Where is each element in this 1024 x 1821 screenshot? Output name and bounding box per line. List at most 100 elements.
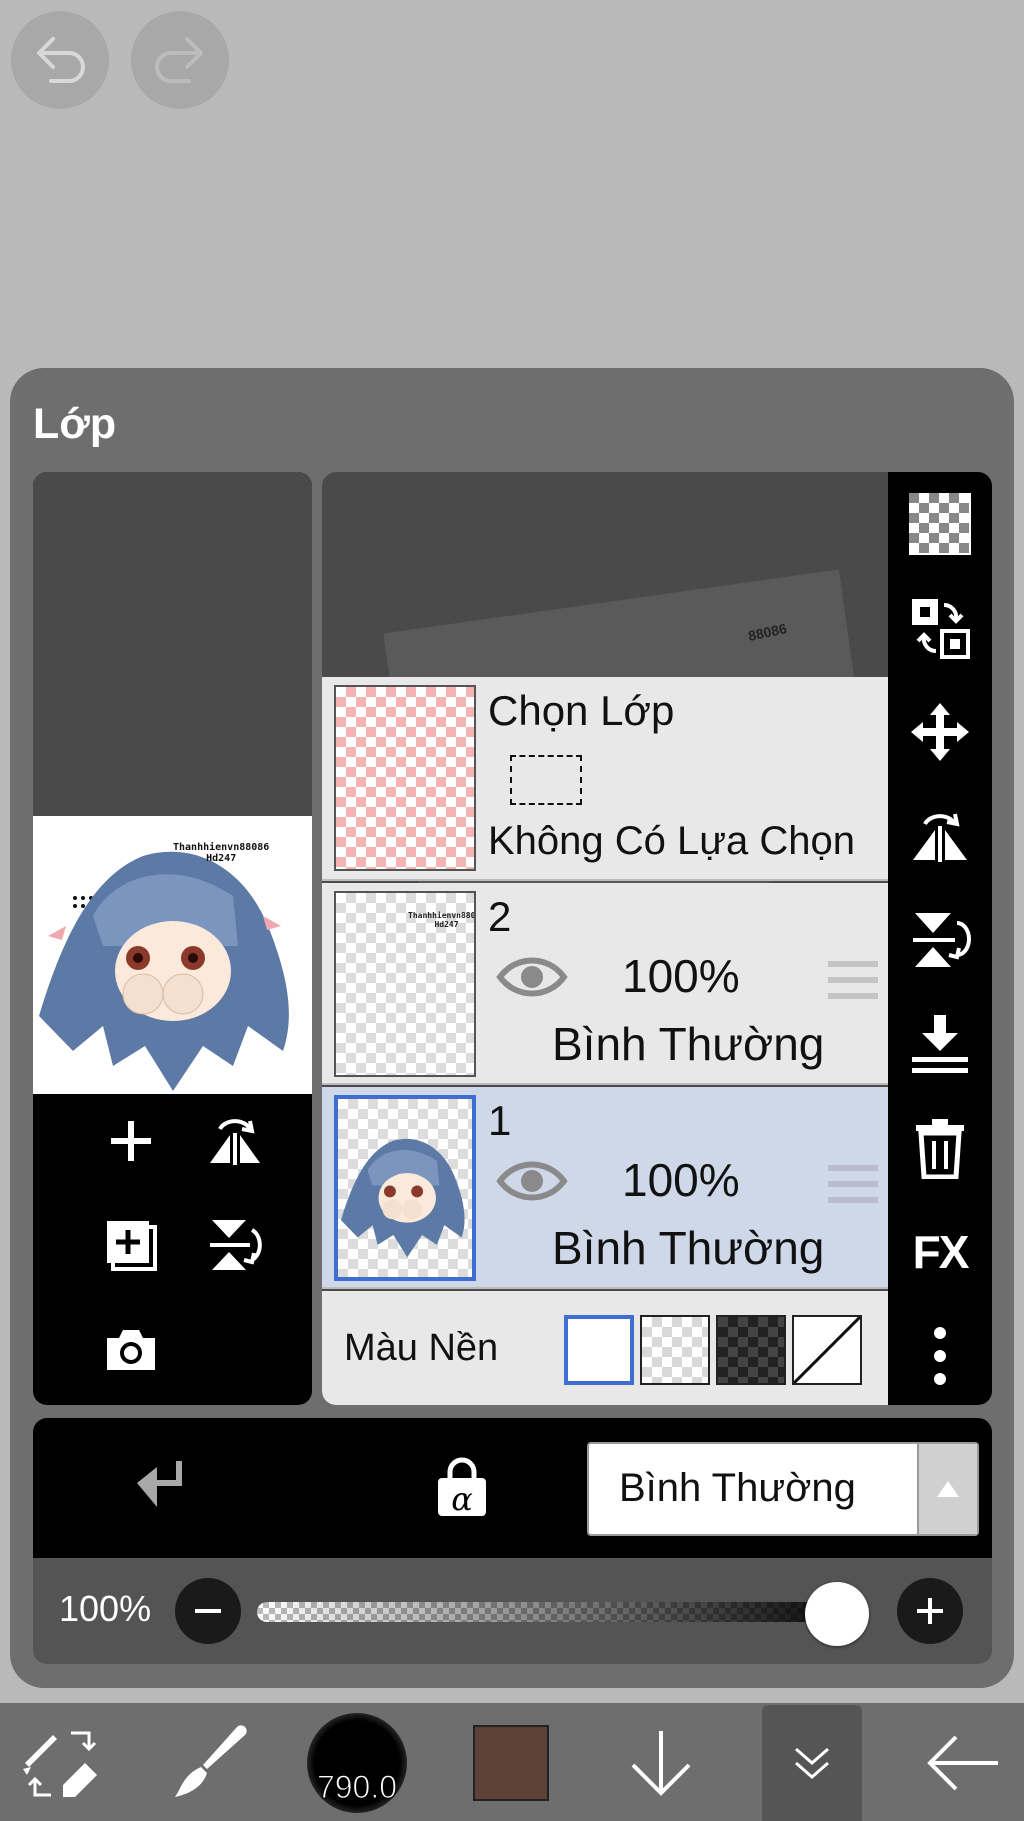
transparency-icon (909, 493, 971, 555)
visibility-toggle[interactable] (496, 1157, 568, 1210)
drag-handle[interactable] (828, 959, 878, 1006)
visibility-toggle[interactable] (496, 953, 568, 1006)
add-layer-button[interactable] (91, 1101, 171, 1181)
redo-button[interactable] (131, 11, 229, 109)
brush-size-preview: 790.0 (307, 1713, 407, 1813)
bg-dark-checker-swatch[interactable] (716, 1315, 786, 1385)
opacity-value: 100% (59, 1588, 152, 1629)
layer-panel: Lớp Thanhhienvn88086 Hd247 88086 Chọn Lớ… (10, 368, 1014, 1688)
flip-vertical-icon (210, 1220, 262, 1270)
fx-button[interactable]: FX (900, 1212, 980, 1292)
triangle-up-icon (937, 1481, 959, 1497)
panel-title: Lớp (33, 400, 117, 448)
arrow-left-icon (927, 1735, 998, 1791)
swap-layers-button[interactable] (900, 588, 980, 668)
duplicate-icon (107, 1221, 157, 1271)
flip-horizontal-button[interactable] (900, 796, 980, 876)
collapse-panel-button[interactable] (762, 1705, 862, 1821)
selection-layer-title: Chọn Lớp (488, 687, 675, 734)
brush-eraser-toggle[interactable] (6, 1711, 116, 1815)
merge-down-button[interactable] (900, 1004, 980, 1084)
selection-thumbnail (334, 685, 476, 871)
transparency-button[interactable] (900, 484, 980, 564)
selection-status: Không Có Lựa Chọn (488, 819, 856, 863)
layer-row[interactable]: Thanhhienvn88086 Hd247 2 100% Bình Thườn… (322, 883, 898, 1085)
plus-icon (917, 1598, 943, 1624)
camera-icon (107, 1330, 155, 1370)
fx-label: FX (912, 1226, 970, 1278)
preview-watermark: Thanhhienvn88086 Hd247 (173, 842, 270, 864)
flip-horizontal-icon (210, 1119, 260, 1165)
layer-tools-bar: FX (888, 472, 992, 1405)
eye-icon (496, 1161, 568, 1201)
bg-white-swatch[interactable] (564, 1315, 634, 1385)
opacity-slider-thumb[interactable] (805, 1582, 869, 1646)
brush-tool-button[interactable] (154, 1711, 264, 1815)
character-thumbnail (340, 1138, 465, 1258)
move-button[interactable] (900, 692, 980, 772)
eye-icon (496, 957, 568, 997)
opacity-decrease-button[interactable] (175, 1578, 241, 1644)
layer-opacity: 100% (622, 950, 740, 1002)
more-options-button[interactable] (900, 1316, 980, 1396)
layer-blend-mode: Bình Thường (552, 1222, 825, 1274)
layer-list: 88086 Chọn Lớp Không Có Lựa Chọn Thanhhi… (322, 472, 898, 1405)
current-color-swatch (473, 1725, 549, 1801)
canvas-preview[interactable]: Thanhhienvn88086 Hd247 (33, 816, 312, 1094)
bottom-toolbar: 790.0 (0, 1703, 1024, 1821)
svg-text:α: α (451, 1480, 473, 1518)
layer-name: 1 (488, 1097, 512, 1144)
brush-size-button[interactable]: 790.0 (302, 1711, 412, 1815)
opacity-slider-track[interactable] (257, 1602, 867, 1622)
layer-properties-bar: α Bình Thường (33, 1418, 992, 1558)
flip-vertical-button[interactable] (900, 900, 980, 980)
alpha-lock-icon: α (438, 1457, 486, 1518)
color-button[interactable] (456, 1711, 566, 1815)
brush-size-value: 790.0 (316, 1769, 398, 1806)
bg-light-checker-swatch[interactable] (640, 1315, 710, 1385)
canvas-preview-column: Thanhhienvn88086 Hd247 (33, 472, 312, 1405)
layer-row[interactable]: 1 100% Bình Thường (322, 1087, 898, 1289)
merge-down-icon (912, 1015, 968, 1073)
drag-handle[interactable] (828, 1163, 878, 1210)
reorder-icon (828, 961, 878, 999)
layer-thumbnail-watermark: Thanhhienvn88086 Hd247 (408, 911, 476, 929)
arrow-down-icon (631, 1731, 691, 1796)
move-icon (911, 703, 969, 761)
clip-icon (137, 1461, 182, 1507)
redo-icon (155, 37, 203, 83)
undo-button[interactable] (11, 11, 109, 109)
background-color-label: Màu Nền (344, 1327, 499, 1369)
brush-eraser-swap-icon (23, 1731, 97, 1797)
layer-thumbnail (334, 1095, 476, 1281)
flip-horizontal-icon (913, 813, 967, 862)
blend-mode-select[interactable]: Bình Thường (587, 1442, 979, 1536)
import-photo-button[interactable] (91, 1309, 171, 1389)
alpha-lock-button[interactable]: α (417, 1442, 507, 1532)
flip-horizontal-button[interactable] (195, 1101, 275, 1181)
flip-vertical-icon (913, 913, 971, 967)
back-button[interactable] (908, 1711, 1018, 1815)
double-chevron-down-icon (795, 1747, 829, 1779)
swap-layers-icon (912, 599, 970, 659)
flip-vertical-button[interactable] (195, 1205, 275, 1285)
brush-icon (175, 1725, 247, 1797)
minus-icon (195, 1609, 221, 1613)
background-color-row: Màu Nền (322, 1291, 898, 1405)
bg-none-swatch[interactable] (792, 1315, 862, 1385)
background-watermark: 88086 (746, 620, 789, 644)
layer-blend-mode: Bình Thường (552, 1018, 825, 1070)
layer-opacity-bar: 100% (33, 1558, 992, 1664)
opacity-increase-button[interactable] (897, 1578, 963, 1644)
layer-down-button[interactable] (606, 1711, 716, 1815)
more-icon (934, 1327, 946, 1385)
clipping-button[interactable] (113, 1442, 203, 1532)
duplicate-layer-button[interactable] (91, 1205, 171, 1285)
plus-icon (111, 1121, 151, 1161)
selection-layer-row[interactable]: Chọn Lớp Không Có Lựa Chọn (322, 677, 898, 881)
layer-opacity: 100% (622, 1154, 740, 1206)
blend-mode-value: Bình Thường (619, 1466, 856, 1510)
none-icon (792, 1315, 862, 1385)
layer-name: 2 (488, 893, 512, 940)
delete-layer-button[interactable] (900, 1108, 980, 1188)
